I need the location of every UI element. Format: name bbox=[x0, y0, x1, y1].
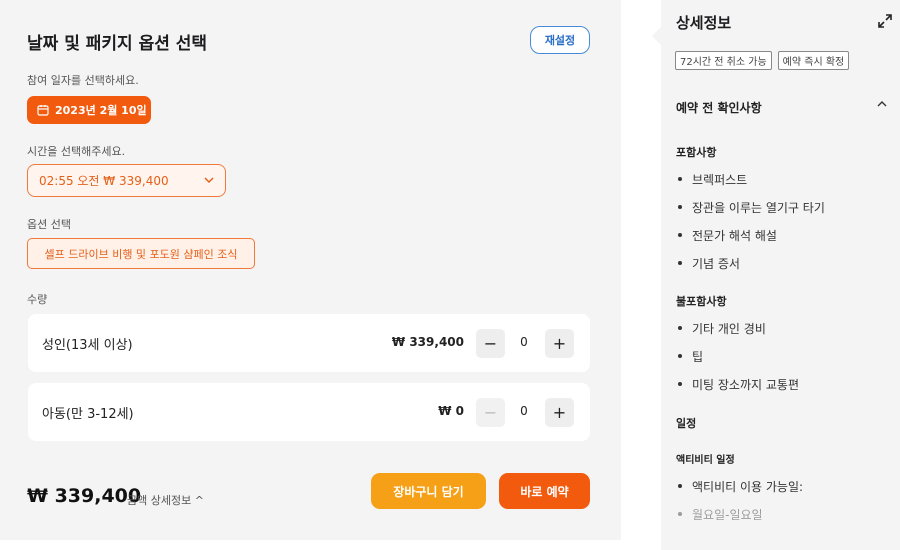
add-to-cart-button[interactable]: 장바구니 담기 bbox=[371, 473, 486, 509]
expand-icon[interactable] bbox=[878, 14, 892, 28]
list-item: 미팅 장소까지 교통편 bbox=[676, 376, 799, 404]
list-item: 팁 bbox=[676, 348, 799, 376]
details-panel: 상세정보 72시간 전 취소 가능 예약 즉시 확정 예약 전 확인사항 포함사… bbox=[661, 0, 900, 550]
date-picker-button[interactable]: 2023년 2월 10일 bbox=[27, 96, 151, 124]
chevron-up-icon[interactable] bbox=[876, 98, 888, 110]
increment-button[interactable]: + bbox=[545, 398, 574, 427]
details-title: 상세정보 bbox=[676, 14, 732, 32]
option-chip[interactable]: 셀프 드라이브 비행 및 포도원 샴페인 조식 bbox=[27, 238, 255, 269]
decrement-button[interactable]: − bbox=[476, 398, 505, 427]
booking-panel: 날짜 및 패키지 옵션 선택 재설정 참여 일자를 선택하세요. 2023년 2… bbox=[0, 0, 621, 540]
activity-list: 액티비티 이용 가능일: 월요일-일요일 bbox=[676, 478, 803, 534]
included-heading: 포함사항 bbox=[676, 146, 717, 159]
time-select[interactable]: 02:55 오전 ₩ 339,400 bbox=[27, 164, 226, 197]
schedule-heading: 일정 bbox=[676, 417, 697, 430]
excluded-heading: 불포함사항 bbox=[676, 295, 727, 308]
booking-title: 날짜 및 패키지 옵션 선택 bbox=[27, 34, 208, 54]
excluded-list: 기타 개인 경비 팁 미팅 장소까지 교통편 bbox=[676, 320, 799, 404]
option-prompt: 옵션 선택 bbox=[27, 218, 71, 231]
list-item: 기념 증서 bbox=[676, 255, 825, 283]
quantity-price: ₩ 0 bbox=[438, 404, 464, 418]
list-item: 전문가 해석 해설 bbox=[676, 227, 825, 255]
time-value: 02:55 오전 ₩ 339,400 bbox=[39, 174, 169, 188]
chevron-down-icon bbox=[204, 177, 214, 184]
book-now-button[interactable]: 바로 예약 bbox=[499, 473, 590, 509]
decrement-button[interactable]: − bbox=[476, 329, 505, 358]
pre-check-heading[interactable]: 예약 전 확인사항 bbox=[676, 99, 762, 116]
total-price: ₩ 339,400 bbox=[27, 485, 142, 507]
tag-list: 72시간 전 취소 가능 예약 즉시 확정 bbox=[675, 51, 850, 70]
quantity-price: ₩ 339,400 bbox=[391, 335, 464, 349]
time-prompt: 시간을 선택해주세요. bbox=[27, 145, 126, 158]
quantity-count: 0 bbox=[520, 335, 528, 349]
quantity-label: 아동(만 3-12세) bbox=[42, 407, 134, 422]
list-item: 월요일-일요일 bbox=[676, 506, 803, 534]
tag-cancel: 72시간 전 취소 가능 bbox=[675, 51, 772, 70]
date-value: 2023년 2월 10일 bbox=[55, 104, 147, 117]
list-item: 액티비티 이용 가능일: bbox=[676, 478, 803, 506]
quantity-row-child: 아동(만 3-12세) ₩ 0 − 0 + bbox=[28, 383, 590, 441]
date-prompt: 참여 일자를 선택하세요. bbox=[27, 74, 139, 87]
price-detail-toggle[interactable]: 금액 상세정보 ^ bbox=[127, 492, 204, 508]
included-list: 브렉퍼스트 장관을 이루는 열기구 타기 전문가 해석 해설 기념 증서 bbox=[676, 171, 825, 283]
list-item: 브렉퍼스트 bbox=[676, 171, 825, 199]
quantity-row-adult: 성인(13세 이상) ₩ 339,400 − 0 + bbox=[28, 314, 590, 372]
reset-button[interactable]: 재설정 bbox=[530, 26, 590, 54]
list-item: 기타 개인 경비 bbox=[676, 320, 799, 348]
list-item: 장관을 이루는 열기구 타기 bbox=[676, 199, 825, 227]
quantity-count: 0 bbox=[520, 404, 528, 418]
tag-confirm: 예약 즉시 확정 bbox=[777, 51, 850, 70]
activity-heading: 액티비티 일정 bbox=[676, 455, 735, 466]
calendar-icon bbox=[37, 105, 49, 116]
panel-notch bbox=[652, 27, 661, 45]
quantity-label: 성인(13세 이상) bbox=[42, 338, 133, 353]
quantity-prompt: 수량 bbox=[27, 293, 48, 306]
increment-button[interactable]: + bbox=[545, 329, 574, 358]
